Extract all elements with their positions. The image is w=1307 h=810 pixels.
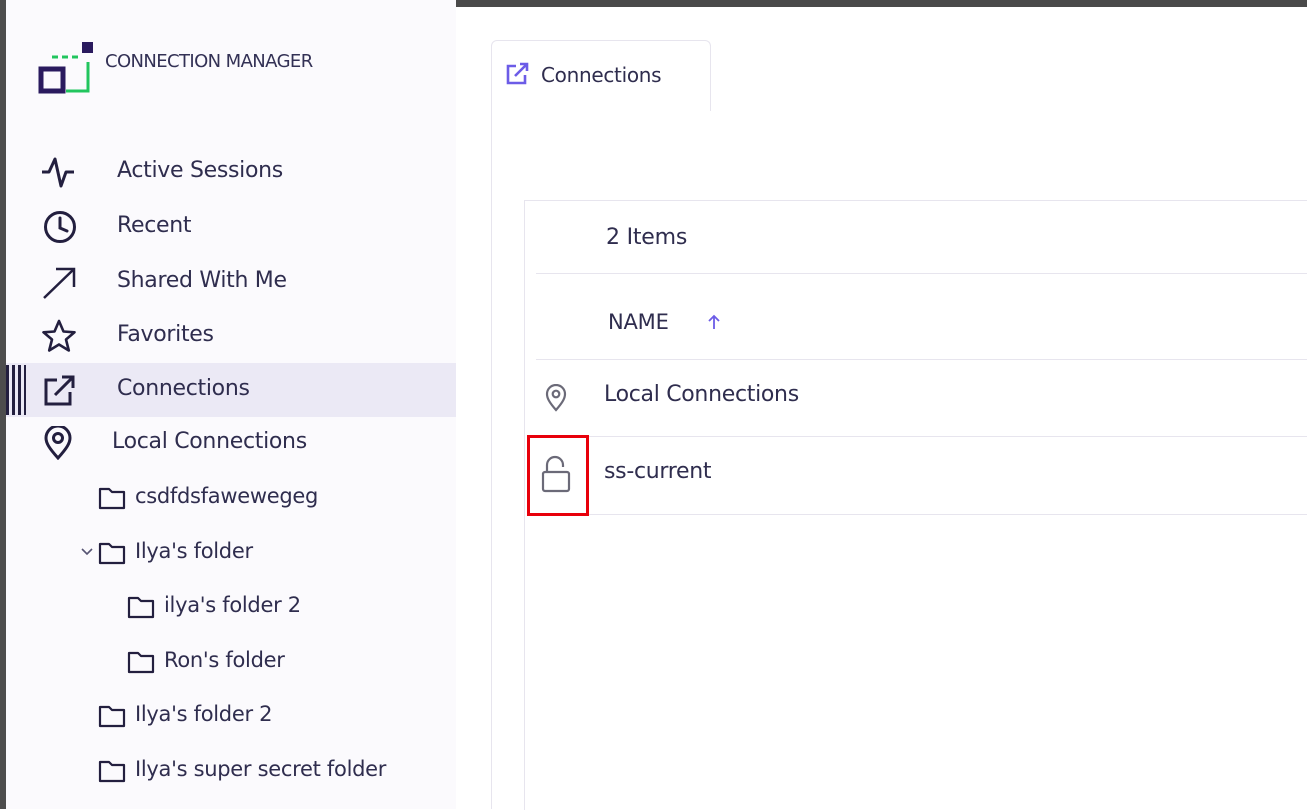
arrow-up-right-icon [43,267,76,299]
folder-icon [98,705,126,728]
external-link-icon [44,375,75,406]
folder-icon [127,651,155,674]
nav-recent-label: Recent [117,213,192,238]
tree-folder-label: Ilya's folder 2 [135,702,273,726]
nav-favorites[interactable]: Favorites [6,309,456,363]
sort-ascending-icon[interactable] [706,312,722,332]
nav-shared-with-me-label: Shared With Me [117,268,287,293]
chevron-down-icon[interactable] [80,545,94,559]
folder-icon [98,542,126,565]
item-count: 2 Items [606,225,688,250]
nav-recent[interactable]: Recent [6,200,456,254]
divider [536,514,1307,515]
nav-active-sessions[interactable]: Active Sessions [6,145,456,199]
nav-favorites-label: Favorites [117,322,214,347]
window-frame-top [456,0,1307,7]
star-icon [42,319,76,352]
nav-connections-label: Connections [117,376,250,401]
app-brand-title: CONNECTION MANAGER [105,51,313,72]
list-row-label: Local Connections [604,382,799,407]
active-indicator [6,365,26,415]
clock-icon [44,211,76,243]
nav-local-connections-label: Local Connections [112,429,307,454]
divider [536,273,1307,274]
sidebar: CONNECTION MANAGER Active Sessions Recen… [6,0,456,809]
tree-folder-label: Ilya's folder [135,539,253,563]
folder-icon [98,487,126,510]
app-logo-icon [38,42,93,94]
list-row-local-connections[interactable]: Local Connections [536,360,1307,436]
nav-local-connections[interactable]: Local Connections [6,416,456,470]
tab-connections[interactable]: Connections [491,40,711,111]
external-link-icon [506,62,529,85]
tree-folder-label: Ron's folder [164,648,285,672]
folder-icon [98,760,126,783]
list-row-ss-current[interactable]: ss-current [536,437,1307,513]
nav-active-sessions-label: Active Sessions [117,158,283,183]
tab-connections-label: Connections [541,63,662,87]
nav-connections[interactable]: Connections [6,363,456,417]
folder-icon [127,596,155,619]
nav-shared-with-me[interactable]: Shared With Me [6,255,456,309]
tree-folder-label: ilya's folder 2 [164,593,301,617]
pulse-icon [42,157,74,188]
map-pin-icon [44,426,72,460]
tree-folder-label: Ilya's super secret folder [135,757,387,781]
list-row-label: ss-current [604,459,712,484]
tree-folder-label: csdfdsfawewegeg [135,484,319,508]
highlight-box [527,435,589,516]
map-pin-icon [545,384,567,412]
column-header-name[interactable]: NAME [608,310,669,334]
